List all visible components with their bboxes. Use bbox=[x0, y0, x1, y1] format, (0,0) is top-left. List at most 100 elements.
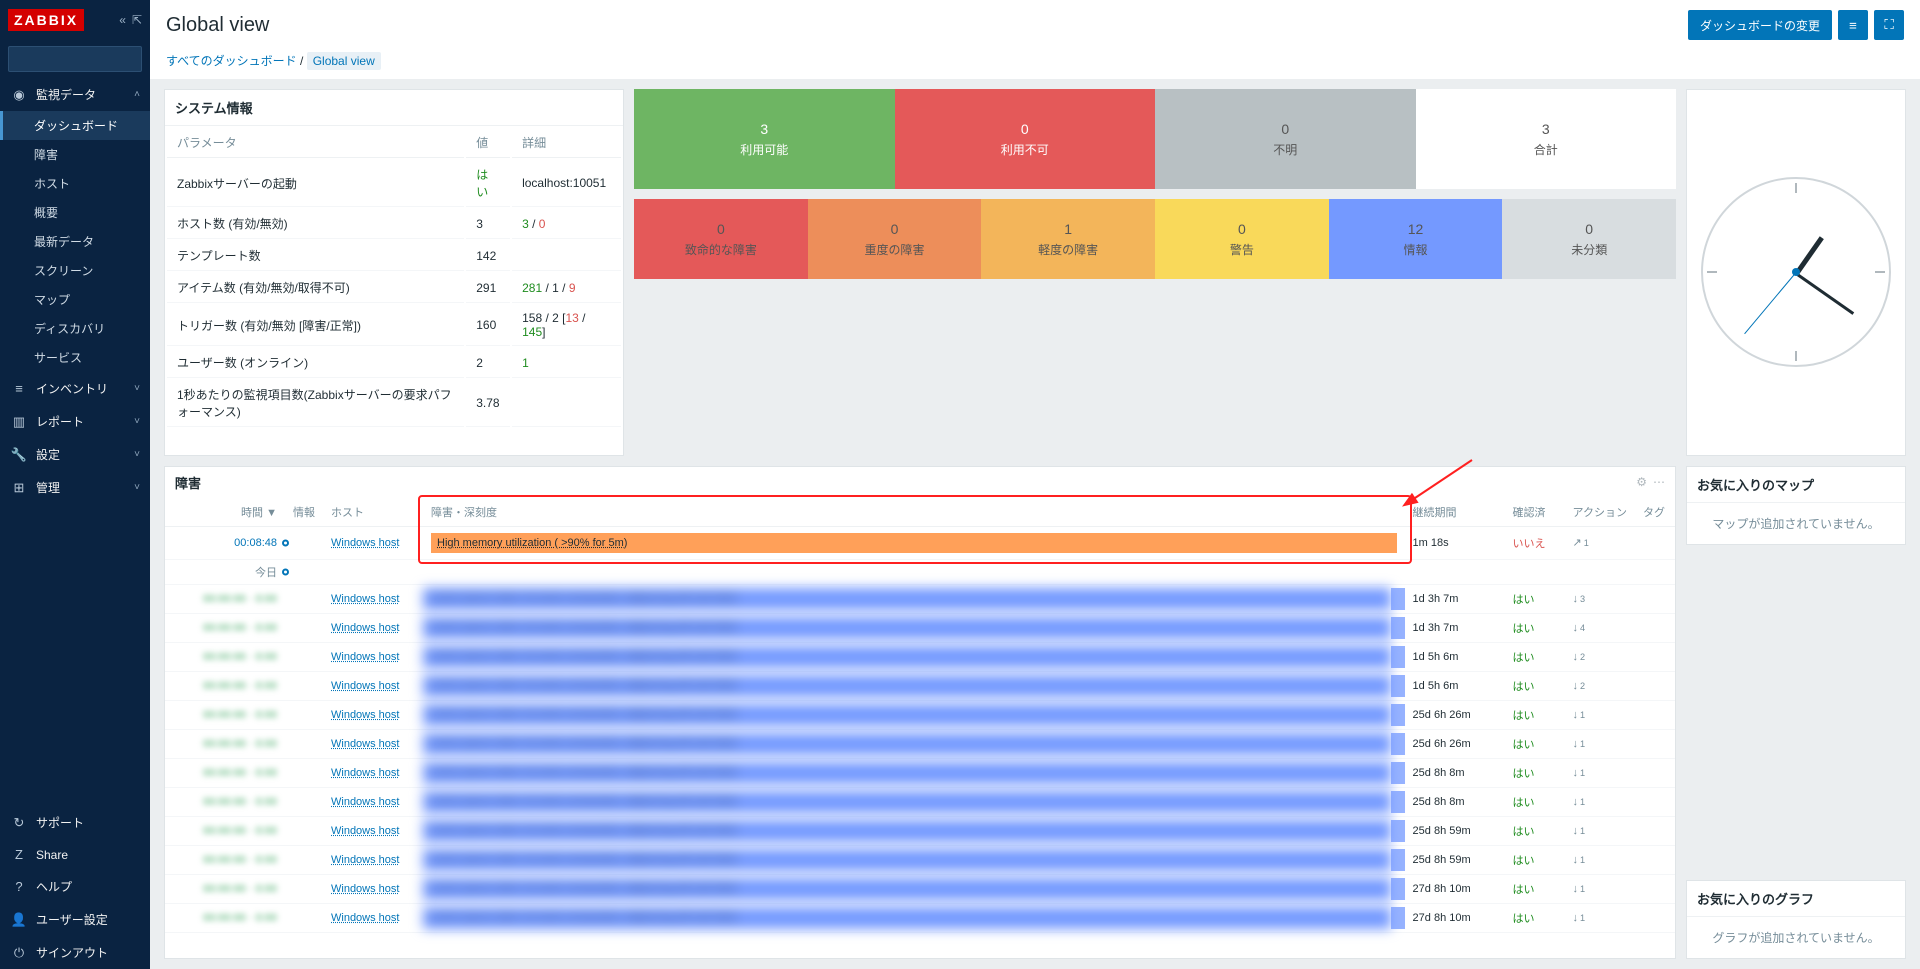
ack-link[interactable]: はい bbox=[1513, 594, 1535, 606]
problem-link[interactable]: Lorem ipsum dolor sit amet consectetur a… bbox=[423, 820, 1391, 842]
nav-sub-item[interactable]: スクリーン bbox=[0, 256, 150, 285]
host-link[interactable]: Windows host bbox=[331, 593, 399, 605]
nav-bottom-item[interactable]: ⏻サインアウト bbox=[0, 936, 150, 969]
breadcrumb-all[interactable]: すべてのダッシュボード bbox=[166, 54, 297, 68]
problem-link[interactable]: Lorem ipsum dolor sit amet consectetur a… bbox=[423, 878, 1391, 900]
problem-link[interactable]: Lorem ipsum dolor sit amet consectetur a… bbox=[423, 617, 1391, 639]
host-tile[interactable]: 3合計 bbox=[1416, 89, 1677, 189]
action-icon[interactable]: ↓ 3 bbox=[1573, 593, 1586, 605]
ack-link[interactable]: はい bbox=[1513, 681, 1535, 693]
edit-dashboard-button[interactable]: ダッシュボードの変更 bbox=[1688, 10, 1832, 40]
problem-link[interactable]: Lorem ipsum dolor sit amet consectetur a… bbox=[423, 646, 1391, 668]
nav-sub-item[interactable]: ディスカバリ bbox=[0, 314, 150, 343]
host-link[interactable]: Windows host bbox=[331, 680, 399, 692]
problem-link[interactable]: Lorem ipsum dolor sit amet consectetur a… bbox=[423, 791, 1391, 813]
ack-link[interactable]: はい bbox=[1513, 768, 1535, 780]
detail bbox=[512, 241, 621, 271]
ack-link[interactable]: はい bbox=[1513, 826, 1535, 838]
action-icon[interactable]: ↓ 2 bbox=[1573, 651, 1586, 663]
action-icon[interactable]: ↓ 4 bbox=[1573, 622, 1586, 634]
col-header[interactable]: 時間 ▼ bbox=[165, 498, 285, 527]
host-link[interactable]: Windows host bbox=[331, 854, 399, 866]
problem-link[interactable]: Lorem ipsum dolor sit amet consectetur a… bbox=[423, 588, 1391, 610]
more-icon[interactable]: ⋯ bbox=[1653, 475, 1665, 489]
host-link[interactable]: Windows host bbox=[331, 622, 399, 634]
severity-tile[interactable]: 12情報 bbox=[1329, 199, 1503, 279]
host-link[interactable]: Windows host bbox=[331, 651, 399, 663]
host-link[interactable]: Windows host bbox=[331, 912, 399, 924]
nav-sub-item[interactable]: ダッシュボード bbox=[0, 111, 150, 140]
nav-sub-item[interactable]: サービス bbox=[0, 343, 150, 372]
time[interactable]: 00:08:48 bbox=[234, 537, 277, 549]
nav-sub-item[interactable]: マップ bbox=[0, 285, 150, 314]
severity-tile[interactable]: 0未分類 bbox=[1502, 199, 1676, 279]
gear-icon[interactable]: ⚙ bbox=[1636, 475, 1647, 489]
nav-section[interactable]: ≡インベントリ˅ bbox=[0, 372, 150, 405]
param: アイテム数 (有効/無効/取得不可) bbox=[167, 273, 464, 303]
action-icon[interactable]: ↓ 1 bbox=[1573, 738, 1586, 750]
nav-bottom-item[interactable]: 👤ユーザー設定 bbox=[0, 903, 150, 936]
ack-link[interactable]: はい bbox=[1513, 797, 1535, 809]
value: 3 bbox=[466, 209, 510, 239]
nav-sub-item[interactable]: 概要 bbox=[0, 198, 150, 227]
action-icon[interactable]: ↓ 1 bbox=[1573, 854, 1586, 866]
problem-link[interactable]: Lorem ipsum dolor sit amet consectetur a… bbox=[423, 675, 1391, 697]
ack-link[interactable]: はい bbox=[1513, 884, 1535, 896]
ack-link[interactable]: はい bbox=[1513, 710, 1535, 722]
ack-link[interactable]: はい bbox=[1513, 855, 1535, 867]
host-tile[interactable]: 0不明 bbox=[1155, 89, 1416, 189]
problem-link[interactable]: High memory utilization ( >90% for 5m) bbox=[431, 533, 1397, 553]
nav-bottom-item[interactable]: ZShare bbox=[0, 839, 150, 870]
value: 142 bbox=[466, 241, 510, 271]
nav-section[interactable]: 🔧設定˅ bbox=[0, 438, 150, 471]
severity-tile[interactable]: 1軽度の障害 bbox=[981, 199, 1155, 279]
value: 3.78 bbox=[466, 380, 510, 427]
duration: 1m 18s bbox=[1405, 526, 1505, 559]
col-header: 継続期間 bbox=[1405, 498, 1505, 527]
host-tile[interactable]: 0利用不可 bbox=[895, 89, 1156, 189]
host-link[interactable]: Windows host bbox=[331, 825, 399, 837]
action-icon[interactable]: ↓ 2 bbox=[1573, 680, 1586, 692]
action-icon[interactable]: ↓ 1 bbox=[1573, 883, 1586, 895]
nav-bottom-item[interactable]: ↻サポート bbox=[0, 806, 150, 839]
severity-tile[interactable]: 0重度の障害 bbox=[808, 199, 982, 279]
collapse-icon[interactable]: « bbox=[119, 13, 126, 27]
fullscreen-icon[interactable]: ⛶ bbox=[1874, 10, 1904, 40]
problem-link[interactable]: Lorem ipsum dolor sit amet consectetur a… bbox=[423, 733, 1391, 755]
nav-bottom-item[interactable]: ?ヘルプ bbox=[0, 870, 150, 903]
action-icon[interactable]: ↗ 1 bbox=[1573, 536, 1589, 549]
nav-sub-item[interactable]: ホスト bbox=[0, 169, 150, 198]
action-icon[interactable]: ↓ 1 bbox=[1573, 825, 1586, 837]
host-link[interactable]: Windows host bbox=[331, 537, 399, 549]
problem-link[interactable]: Lorem ipsum dolor sit amet consectetur a… bbox=[423, 907, 1391, 929]
ack-link[interactable]: はい bbox=[1513, 652, 1535, 664]
nav-sub-item[interactable]: 障害 bbox=[0, 140, 150, 169]
action-icon[interactable]: ↓ 1 bbox=[1573, 709, 1586, 721]
severity-tile[interactable]: 0警告 bbox=[1155, 199, 1329, 279]
menu-icon[interactable]: ≡ bbox=[1838, 10, 1868, 40]
host-link[interactable]: Windows host bbox=[331, 738, 399, 750]
search-input[interactable]: 🔍 bbox=[8, 46, 142, 72]
ack-link[interactable]: はい bbox=[1513, 623, 1535, 635]
ack-link[interactable]: はい bbox=[1513, 913, 1535, 925]
nav-section[interactable]: ⊞管理˅ bbox=[0, 471, 150, 504]
action-icon[interactable]: ↓ 1 bbox=[1573, 796, 1586, 808]
nav-section[interactable]: ◉監視データ˄ bbox=[0, 78, 150, 111]
action-icon[interactable]: ↓ 1 bbox=[1573, 912, 1586, 924]
nav-section[interactable]: ▥レポート˅ bbox=[0, 405, 150, 438]
host-link[interactable]: Windows host bbox=[331, 709, 399, 721]
problem-link[interactable]: Lorem ipsum dolor sit amet consectetur a… bbox=[423, 762, 1391, 784]
host-link[interactable]: Windows host bbox=[331, 767, 399, 779]
nav-sub-item[interactable]: 最新データ bbox=[0, 227, 150, 256]
ack-link[interactable]: はい bbox=[1513, 739, 1535, 751]
popout-icon[interactable]: ⇱ bbox=[132, 13, 142, 27]
host-link[interactable]: Windows host bbox=[331, 883, 399, 895]
severity-tile[interactable]: 0致命的な障害 bbox=[634, 199, 808, 279]
host-tile[interactable]: 3利用可能 bbox=[634, 89, 895, 189]
host-link[interactable]: Windows host bbox=[331, 796, 399, 808]
problem-link[interactable]: Lorem ipsum dolor sit amet consectetur a… bbox=[423, 704, 1391, 726]
page-title: Global view bbox=[166, 14, 269, 37]
ack-link[interactable]: いいえ bbox=[1513, 538, 1546, 550]
action-icon[interactable]: ↓ 1 bbox=[1573, 767, 1586, 779]
problem-link[interactable]: Lorem ipsum dolor sit amet consectetur a… bbox=[423, 849, 1391, 871]
